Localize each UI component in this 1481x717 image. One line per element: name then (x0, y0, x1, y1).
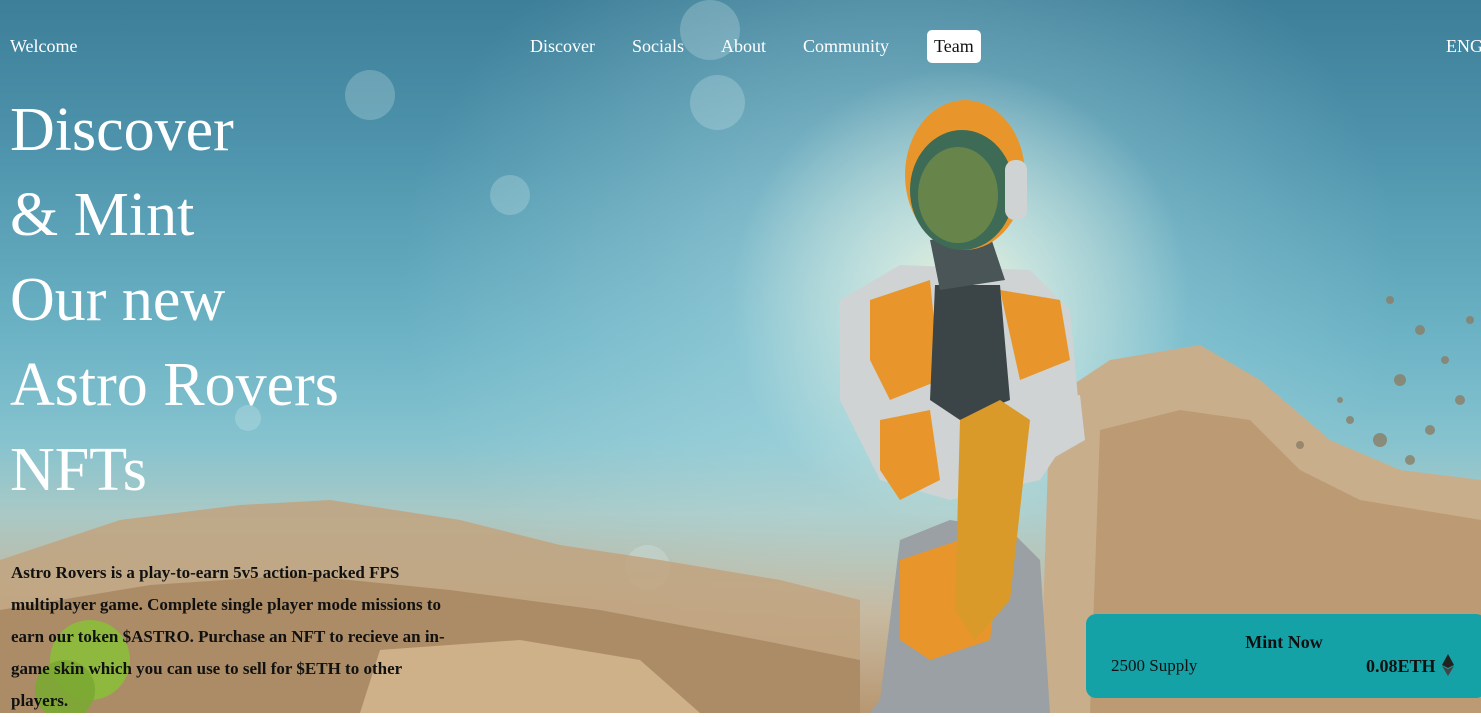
nav-about[interactable]: About (703, 30, 784, 63)
game-description: Astro Rovers is a play-to-earn 5v5 actio… (11, 563, 445, 710)
hero-line: Astro Rovers (10, 351, 339, 419)
hero-line: & Mint (10, 181, 195, 249)
hero-heading: Discover & Mint Our new Astro Rovers NFT… (10, 88, 339, 513)
nav-team[interactable]: Team (927, 30, 981, 63)
nav-links: Discover Socials About Community Team (512, 30, 982, 63)
hero-line: NFTs (10, 436, 147, 504)
ethereum-icon (1442, 654, 1454, 676)
nav-discover[interactable]: Discover (512, 30, 613, 63)
mint-card[interactable]: Mint Now 2500 Supply 0.08ETH (1086, 614, 1481, 698)
supply-count: 2500 Supply (1111, 656, 1198, 675)
hero-line: Our new (10, 266, 226, 334)
mint-now-button[interactable]: Mint Now (1086, 632, 1481, 653)
nav-socials[interactable]: Socials (614, 30, 702, 63)
mint-price: 0.08ETH (1366, 656, 1436, 676)
welcome-link[interactable]: Welcome (10, 36, 78, 57)
hero-line: Discover (10, 96, 234, 164)
top-navbar: Welcome Discover Socials About Community… (0, 0, 1481, 94)
language-selector[interactable]: ENG (1446, 36, 1481, 57)
nav-community[interactable]: Community (785, 30, 907, 63)
